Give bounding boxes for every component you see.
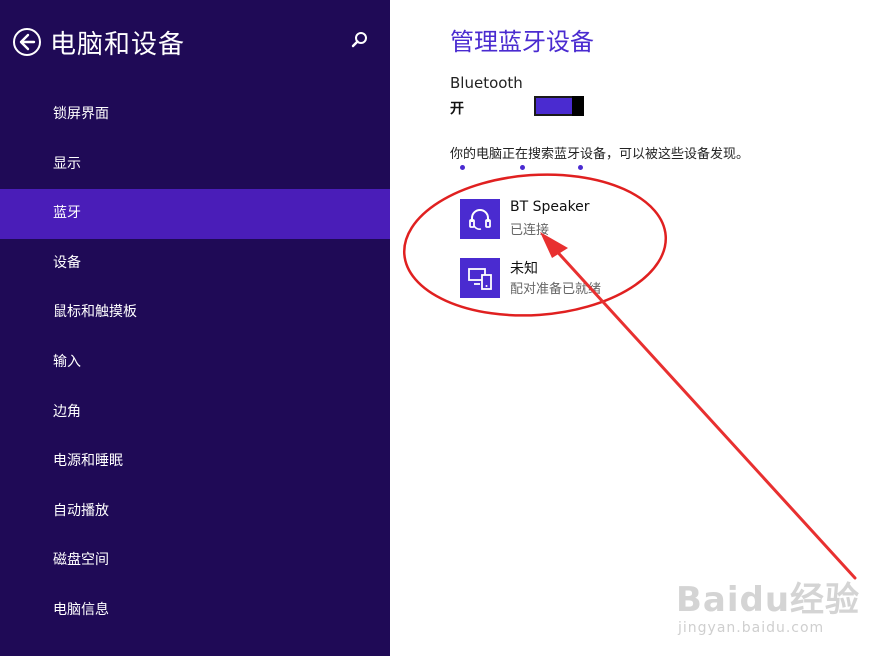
progress-dot — [520, 165, 525, 170]
toggle-knob — [572, 96, 584, 116]
sidebar-nav: 锁屏界面 显示 蓝牙 设备 鼠标和触摸板 输入 边角 电源和睡眠 自动播放 磁盘… — [0, 90, 390, 636]
sidebar-item-lock-screen[interactable]: 锁屏界面 — [0, 90, 390, 140]
device-tile — [460, 258, 500, 298]
search-icon[interactable] — [350, 30, 370, 50]
device-name: BT Speaker — [510, 199, 590, 215]
device-status: 已连接 — [510, 223, 550, 238]
search-note: 你的电脑正在搜索蓝牙设备，可以被这些设备发现。 — [450, 147, 750, 162]
sidebar-item-corners[interactable]: 边角 — [0, 388, 390, 438]
sidebar-item-mouse-touchpad[interactable]: 鼠标和触摸板 — [0, 288, 390, 338]
sidebar-item-disk-space[interactable]: 磁盘空间 — [0, 536, 390, 586]
sidebar-item-display[interactable]: 显示 — [0, 140, 390, 190]
sidebar-item-power-sleep[interactable]: 电源和睡眠 — [0, 437, 390, 487]
devices-icon — [468, 268, 492, 290]
bluetooth-toggle[interactable] — [534, 96, 584, 116]
watermark-url: jingyan.baidu.com — [678, 620, 825, 636]
bluetooth-state: 开 — [450, 101, 464, 117]
sidebar-item-typing[interactable]: 输入 — [0, 338, 390, 388]
sidebar: 电脑和设备 锁屏界面 显示 蓝牙 设备 鼠标和触摸板 输入 边角 电源和睡眠 自… — [0, 0, 390, 656]
sidebar-item-pc-info[interactable]: 电脑信息 — [0, 586, 390, 636]
sidebar-item-bluetooth[interactable]: 蓝牙 — [0, 189, 390, 239]
bluetooth-label: Bluetooth — [450, 74, 523, 92]
searching-progress-dots — [460, 165, 600, 171]
device-status: 配对准备已就绪 — [510, 282, 602, 297]
device-tile — [460, 199, 500, 239]
watermark: Baidu经验 jingyan.baidu.com — [676, 572, 866, 648]
device-name: 未知 — [510, 261, 538, 277]
sidebar-item-autoplay[interactable]: 自动播放 — [0, 487, 390, 537]
main-panel: 管理蓝牙设备 Bluetooth 开 你的电脑正在搜索蓝牙设备，可以被这些设备发… — [390, 0, 878, 656]
headset-icon — [469, 209, 491, 230]
progress-dot — [578, 165, 583, 170]
progress-dot — [460, 165, 465, 170]
watermark-logo: Baidu经验 — [676, 580, 861, 620]
sidebar-header: 电脑和设备 — [12, 22, 382, 62]
page-title: 管理蓝牙设备 — [450, 28, 594, 56]
device-item-unknown[interactable]: 未知 配对准备已就绪 — [460, 258, 720, 300]
sidebar-title: 电脑和设备 — [50, 29, 186, 60]
back-arrow-icon[interactable] — [12, 27, 42, 57]
device-item-bt-speaker[interactable]: BT Speaker 已连接 — [460, 199, 720, 241]
sidebar-item-devices[interactable]: 设备 — [0, 239, 390, 289]
